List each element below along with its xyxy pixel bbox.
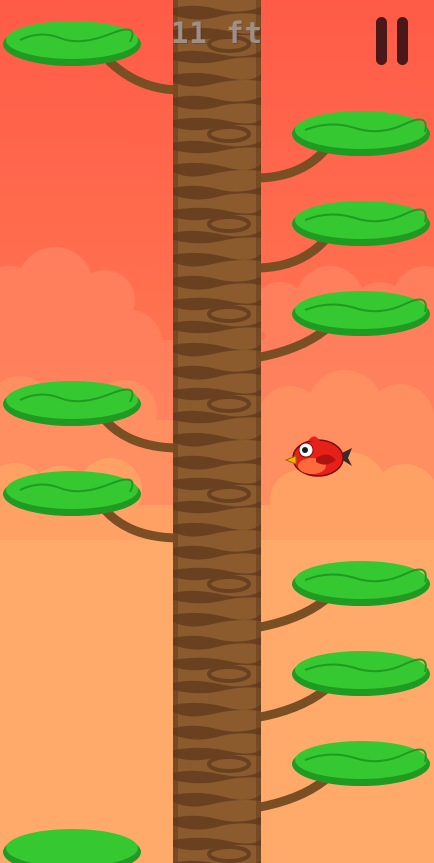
foliage-left-2 (3, 381, 141, 426)
pause-button[interactable] (370, 15, 412, 67)
foliage-right-5 (292, 651, 430, 696)
foliage-left-1 (3, 21, 141, 66)
pause-icon (376, 17, 387, 65)
foliage-right-4 (292, 561, 430, 606)
height-score: 11 ft (170, 16, 264, 50)
foliage-right-1 (292, 111, 430, 156)
foliage-left-3 (3, 471, 141, 516)
pause-icon-bar (397, 17, 408, 65)
foliage-right-3 (292, 291, 430, 336)
foliage-right-6 (292, 741, 430, 786)
game-scene (0, 0, 434, 863)
foliage-right-2 (292, 201, 430, 246)
game-screen[interactable]: 11 ft (0, 0, 434, 863)
tree-trunk (173, 0, 261, 863)
